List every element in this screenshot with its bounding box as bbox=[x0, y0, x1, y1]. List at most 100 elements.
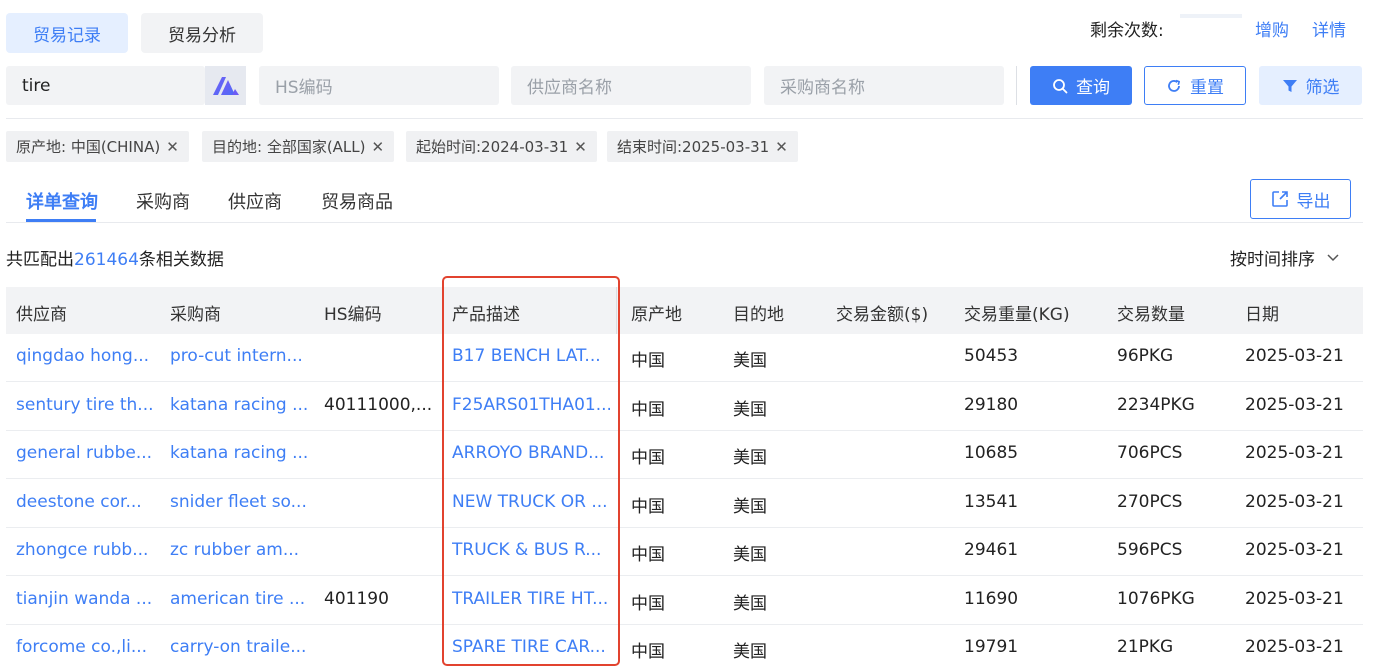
close-icon[interactable]: ✕ bbox=[372, 138, 385, 156]
close-icon[interactable]: ✕ bbox=[166, 138, 179, 156]
column-header: 日期 bbox=[1245, 305, 1279, 325]
cell-supplier[interactable]: tianjin wanda ... bbox=[16, 589, 152, 609]
filter-icon bbox=[1282, 79, 1297, 92]
cell-dest: 美国 bbox=[733, 496, 767, 517]
cell-hs: 40111000,... bbox=[324, 394, 433, 415]
divider bbox=[1016, 66, 1017, 105]
column-header: 原产地 bbox=[631, 305, 682, 325]
reset-button[interactable]: 重置 bbox=[1144, 66, 1246, 105]
cell-dest: 美国 bbox=[733, 593, 767, 614]
cell-buyer[interactable]: american tire ... bbox=[170, 589, 305, 609]
result-count: 261464 bbox=[74, 250, 139, 270]
cell-weight: 10685 bbox=[964, 443, 1019, 463]
query-label: 查询 bbox=[1076, 78, 1110, 98]
cell-supplier[interactable]: qingdao hong... bbox=[16, 346, 149, 366]
cell-weight: 11690 bbox=[964, 588, 1019, 609]
chip-label: 起始时间:2024-03-31 bbox=[416, 138, 569, 156]
cell-qty: 270PCS bbox=[1117, 491, 1183, 512]
column-header: 目的地 bbox=[733, 305, 784, 325]
export-label: 导出 bbox=[1296, 191, 1331, 212]
cell-supplier[interactable]: sentury tire th... bbox=[16, 395, 154, 415]
cell-buyer[interactable]: pro-cut intern... bbox=[170, 346, 303, 366]
cell-buyer[interactable]: katana racing ... bbox=[170, 443, 308, 463]
filter-label: 筛选 bbox=[1305, 78, 1340, 98]
tab-detail-query[interactable]: 详单查询 bbox=[26, 188, 98, 214]
cell-desc[interactable]: ARROYO BRAND... bbox=[452, 443, 604, 463]
cell-qty: 2234PKG bbox=[1117, 394, 1195, 415]
cell-desc[interactable]: TRAILER TIRE HT... bbox=[452, 589, 608, 609]
cell-qty: 96PKG bbox=[1117, 346, 1174, 366]
cell-dest: 美国 bbox=[733, 399, 767, 420]
close-icon[interactable]: ✕ bbox=[775, 138, 788, 156]
cell-date: 2025-03-21 bbox=[1245, 346, 1344, 366]
sort-dropdown[interactable]: 按时间排序 bbox=[1230, 245, 1339, 270]
column-header: 交易重量(KG) bbox=[964, 305, 1070, 325]
cell-origin: 中国 bbox=[631, 545, 665, 565]
column-header: 采购商 bbox=[170, 305, 221, 325]
cell-qty: 1076PKG bbox=[1117, 588, 1195, 609]
search-icon bbox=[1053, 78, 1068, 93]
column-header: 交易金额($) bbox=[836, 305, 929, 325]
cell-qty: 596PCS bbox=[1117, 540, 1183, 560]
cell-hs: 401190 bbox=[324, 588, 389, 609]
tab-trade-analysis[interactable]: 贸易分析 bbox=[141, 13, 263, 53]
cell-origin: 中国 bbox=[631, 351, 665, 371]
query-button[interactable]: 查询 bbox=[1030, 66, 1132, 105]
cell-desc[interactable]: B17 BENCH LAT... bbox=[452, 346, 601, 366]
filter-chip-end-date: 结束时间:2025-03-31 ✕ bbox=[607, 131, 798, 162]
ai-logo-icon bbox=[212, 76, 239, 95]
tab-trade-records[interactable]: 贸易记录 bbox=[6, 13, 128, 53]
filter-chip-destination: 目的地: 全部国家(ALL) ✕ bbox=[202, 131, 395, 162]
cell-dest: 美国 bbox=[733, 642, 767, 662]
column-header: 产品描述 bbox=[452, 305, 520, 325]
cell-buyer[interactable]: zc rubber am... bbox=[170, 540, 299, 560]
chevron-down-icon bbox=[1327, 253, 1339, 261]
cell-qty: 21PKG bbox=[1117, 637, 1174, 657]
reset-label: 重置 bbox=[1190, 78, 1224, 98]
tab-trade-goods[interactable]: 贸易商品 bbox=[321, 188, 393, 214]
summary-suffix: 条相关数据 bbox=[138, 250, 224, 270]
cell-buyer[interactable]: snider fleet so... bbox=[170, 492, 307, 512]
cell-desc[interactable]: TRUCK & BUS R... bbox=[452, 540, 601, 560]
cell-supplier[interactable]: general rubbe... bbox=[16, 443, 152, 463]
sort-label: 按时间排序 bbox=[1230, 250, 1315, 270]
cell-buyer[interactable]: carry-on traile... bbox=[170, 637, 306, 657]
close-icon[interactable]: ✕ bbox=[574, 138, 587, 156]
supplier-name-input[interactable]: 供应商名称 bbox=[511, 66, 751, 105]
buyer-name-input[interactable]: 采购商名称 bbox=[764, 66, 1004, 105]
divider bbox=[6, 222, 1363, 223]
tab-suppliers[interactable]: 供应商 bbox=[228, 188, 282, 214]
keyword-input[interactable]: tire bbox=[6, 66, 205, 105]
cell-origin: 中国 bbox=[631, 399, 665, 420]
cell-supplier[interactable]: deestone cor... bbox=[16, 492, 142, 512]
cell-date: 2025-03-21 bbox=[1245, 540, 1344, 560]
refresh-icon bbox=[1168, 79, 1180, 92]
remaining-label: 剩余次数: bbox=[1090, 21, 1164, 41]
divider bbox=[6, 118, 1363, 119]
cell-desc[interactable]: F25ARS01THA01... bbox=[452, 395, 610, 415]
cell-supplier[interactable]: forcome co.,li... bbox=[16, 637, 147, 657]
cell-weight: 29180 bbox=[964, 394, 1019, 415]
cell-buyer[interactable]: katana racing ... bbox=[170, 395, 308, 415]
cell-supplier[interactable]: zhongce rubb... bbox=[16, 540, 148, 560]
hs-code-input[interactable]: HS编码 bbox=[259, 66, 499, 105]
column-header: 交易数量 bbox=[1117, 305, 1185, 325]
recharge-link[interactable]: 增购 bbox=[1255, 16, 1289, 41]
cell-date: 2025-03-21 bbox=[1245, 588, 1344, 609]
export-button[interactable]: 导出 bbox=[1250, 179, 1351, 219]
cell-date: 2025-03-21 bbox=[1245, 443, 1344, 463]
ai-search-button[interactable] bbox=[205, 66, 246, 105]
tab-buyers[interactable]: 采购商 bbox=[136, 188, 190, 214]
cell-desc[interactable]: SPARE TIRE CAR... bbox=[452, 637, 606, 657]
filter-button[interactable]: 筛选 bbox=[1259, 66, 1362, 105]
cell-origin: 中国 bbox=[631, 496, 665, 517]
column-divider bbox=[616, 287, 617, 334]
cell-date: 2025-03-21 bbox=[1245, 637, 1344, 657]
cell-desc[interactable]: NEW TRUCK OR ... bbox=[452, 492, 608, 512]
details-link[interactable]: 详情 bbox=[1312, 16, 1346, 41]
cell-dest: 美国 bbox=[733, 351, 767, 371]
cell-weight: 19791 bbox=[964, 637, 1019, 657]
chip-label: 目的地: 全部国家(ALL) bbox=[212, 138, 366, 156]
result-summary: 共匹配出261464条相关数据 bbox=[6, 245, 224, 270]
export-icon bbox=[1271, 191, 1288, 207]
